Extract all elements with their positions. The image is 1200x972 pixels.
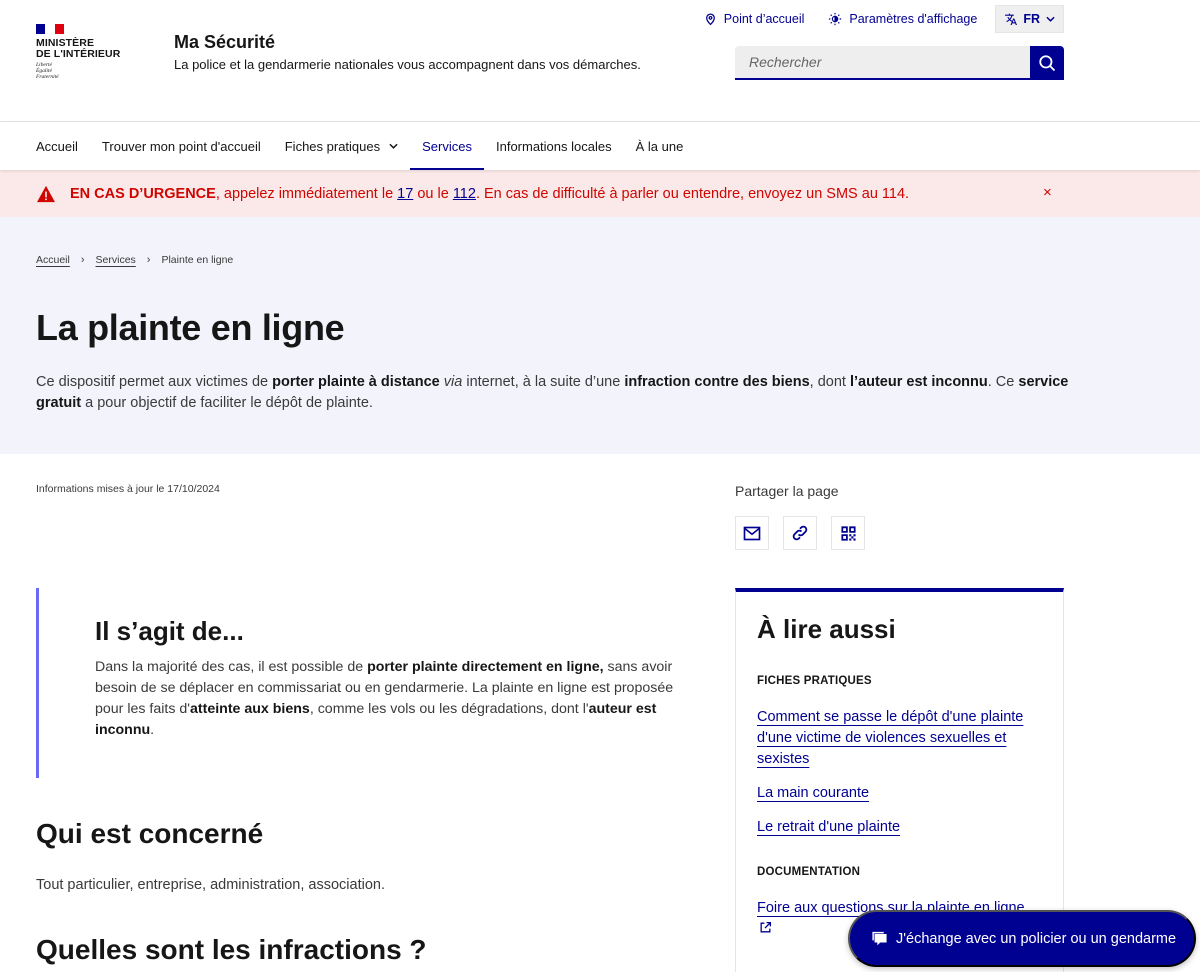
chat-with-officer-button[interactable]: J'échange avec un policier ou un gendarm…	[848, 910, 1196, 967]
site-header: MINISTÈRE DE L'INTÉRIEUR Liberté Égalité…	[0, 0, 1200, 122]
translate-icon	[1005, 13, 1018, 25]
chevron-down-icon	[1046, 16, 1055, 22]
ministry-name: MINISTÈRE DE L'INTÉRIEUR	[36, 37, 121, 60]
qr-code-icon	[840, 525, 856, 541]
nav-item-accueil[interactable]: Accueil	[24, 122, 90, 170]
nav-item-informations-locales[interactable]: Informations locales	[484, 122, 624, 170]
search-bar	[735, 46, 1064, 80]
close-icon[interactable]: ×	[1043, 184, 1052, 202]
search-button[interactable]	[1030, 46, 1064, 80]
aside-category-documentation: DOCUMENTATION	[757, 866, 861, 878]
callout-title: Il s’agit de...	[95, 616, 244, 646]
emergency-number-17[interactable]: 17	[397, 186, 413, 202]
site-tagline: La police et la gendarmerie nationales v…	[174, 57, 641, 72]
chevron-down-icon	[389, 143, 398, 149]
sun-moon-icon	[829, 12, 842, 26]
page-hero: Accueil › Services › Plainte en ligne La…	[0, 217, 1200, 454]
section-title-qui-est-concerne: Qui est concerné	[36, 818, 264, 849]
ministry-logo[interactable]: MINISTÈRE DE L'INTÉRIEUR Liberté Égalité…	[36, 24, 136, 80]
point-accueil-link[interactable]: Point d’accueil	[704, 12, 804, 26]
section-title-infractions: Quelles sont les infractions ?	[36, 934, 427, 965]
map-pin-icon	[705, 13, 715, 26]
nav-item-a-la-une[interactable]: À la une	[624, 122, 696, 170]
last-updated: Informations mises à jour le 17/10/2024	[36, 483, 220, 495]
share-email-button[interactable]	[735, 516, 769, 550]
alert-message: EN CAS D’URGENCE, appelez immédiatement …	[70, 185, 910, 202]
page-title: La plainte en ligne	[36, 307, 345, 348]
breadcrumb-services[interactable]: Services	[96, 254, 136, 266]
chat-bubble-icon	[872, 931, 887, 945]
search-icon	[1039, 55, 1056, 72]
breadcrumb-accueil[interactable]: Accueil	[36, 254, 70, 266]
chevron-right-icon: ›	[146, 254, 151, 266]
share-buttons	[735, 516, 879, 550]
section-text-qui-est-concerne: Tout particulier, entreprise, administra…	[36, 877, 385, 893]
external-link-icon	[760, 921, 772, 933]
breadcrumb-current: Plainte en ligne	[161, 254, 234, 266]
aside-link-retrait-plainte[interactable]: Le retrait d'une plainte	[757, 817, 1042, 838]
site-title[interactable]: Ma Sécurité	[174, 32, 275, 53]
nav-item-fiches-pratiques[interactable]: Fiches pratiques	[273, 122, 410, 170]
copy-link-button[interactable]	[783, 516, 817, 550]
republic-motto: Liberté Égalité Fraternité	[36, 62, 59, 80]
aside-link-main-courante[interactable]: La main courante	[757, 783, 1042, 804]
emergency-alert: EN CAS D’URGENCE, appelez immédiatement …	[0, 170, 1200, 217]
warning-icon	[37, 185, 55, 202]
display-settings-button[interactable]: Paramètres d'affichage	[828, 12, 977, 26]
aside-title: À lire aussi	[757, 614, 896, 644]
aside-link-violences-sexuelles[interactable]: Comment se passe le dépôt d'une plainte …	[757, 707, 1042, 770]
breadcrumb: Accueil › Services › Plainte en ligne	[36, 254, 233, 266]
mail-icon	[743, 526, 761, 540]
callout-text: Dans la majorité des cas, il est possibl…	[95, 659, 674, 738]
qr-code-button[interactable]	[831, 516, 865, 550]
page-intro: Ce dispositif permet aux victimes de por…	[36, 374, 1069, 411]
nav-item-trouver-point-accueil[interactable]: Trouver mon point d'accueil	[90, 122, 273, 170]
french-flag-icon	[36, 24, 64, 34]
callout-il-sagit-de: Il s’agit de... Dans la majorité des cas…	[36, 588, 700, 778]
header-tools: Point d’accueil Paramètres d'affichage F…	[680, 5, 1064, 33]
main-navigation: Accueil Trouver mon point d'accueil Fich…	[0, 122, 1200, 170]
share-title: Partager la page	[735, 483, 839, 499]
chevron-right-icon: ›	[80, 254, 85, 266]
nav-item-services[interactable]: Services	[410, 122, 484, 170]
emergency-number-112[interactable]: 112	[453, 186, 476, 202]
aside-category-fiches-pratiques: FICHES PRATIQUES	[757, 675, 872, 687]
language-selector[interactable]: FR	[995, 5, 1064, 33]
search-input[interactable]	[735, 46, 1030, 80]
link-icon	[792, 525, 808, 541]
